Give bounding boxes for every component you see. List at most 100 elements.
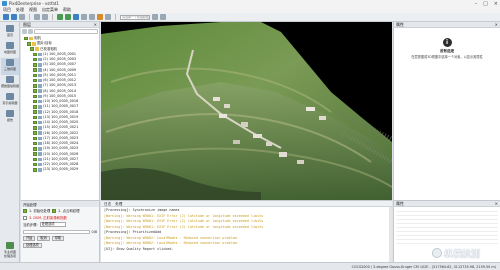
cancel-button[interactable]: 取消 — [37, 236, 50, 241]
image-icon — [38, 126, 43, 130]
layer-checkbox[interactable] — [33, 136, 37, 141]
template-combo[interactable]: 请选择一个处理模板 — [120, 14, 150, 20]
settings-icon[interactable] — [152, 14, 158, 20]
sidebar-item-home[interactable]: 首页 — [1, 24, 19, 41]
layer-checkbox[interactable] — [33, 68, 37, 72]
properties-header: 属性 × — [394, 22, 500, 28]
layer-checkbox[interactable] — [24, 36, 28, 41]
rotate-icon[interactable] — [81, 14, 87, 20]
undo-icon[interactable] — [34, 14, 40, 20]
coordinate-readout: CGCS2000 / 3-degree Gauss-Kruger CM 102E… — [351, 265, 496, 269]
layer-checkbox[interactable] — [33, 152, 37, 156]
layer-checkbox[interactable] — [33, 52, 37, 57]
image-icon — [38, 136, 43, 141]
minimize-icon[interactable]: – — [475, 1, 478, 7]
no-selection-description: 在层视图或3D视图中选择一个对象，以显示其属性 — [411, 55, 483, 59]
collapse-icon[interactable] — [28, 29, 33, 34]
layer-checkbox[interactable] — [33, 131, 37, 135]
sidebar-item-3d-view[interactable]: 三维视图 — [1, 58, 19, 75]
toolbar-separator — [29, 14, 30, 20]
progress-bar — [23, 229, 90, 234]
watermark-text: 纵横航测 — [444, 249, 481, 260]
view-icon[interactable] — [160, 14, 166, 20]
layer-checkbox[interactable] — [33, 110, 37, 114]
window-title: Pix4Denterprise - vstfat1 — [9, 1, 59, 6]
open-project-icon[interactable] — [11, 14, 17, 20]
layer-checkbox[interactable] — [33, 57, 37, 62]
layer-checkbox[interactable] — [33, 115, 37, 120]
navigate-icon[interactable] — [73, 14, 79, 20]
3d-viewport[interactable] — [101, 22, 392, 200]
new-project-icon[interactable] — [3, 14, 9, 20]
close-icon[interactable]: × — [94, 22, 97, 28]
image-icon — [38, 147, 43, 151]
sidebar-item-options[interactable]: 处理选项 — [1, 254, 19, 262]
image-icon — [38, 110, 43, 114]
close-icon[interactable]: × — [494, 1, 498, 7]
log-scrollbar[interactable] — [389, 207, 392, 262]
sidebar-item-index-editor[interactable]: 索引编辑器 — [1, 92, 19, 109]
tab-log[interactable]: 日志 — [104, 201, 111, 206]
layer-checkbox[interactable] — [27, 42, 31, 46]
layer-checkbox[interactable] — [33, 94, 37, 99]
image-icon — [38, 141, 43, 146]
layer-checkbox[interactable] — [30, 47, 34, 51]
sidebar-item-report[interactable]: 报告 — [1, 109, 19, 126]
start-button[interactable]: 开始 — [23, 236, 36, 241]
layer-checkbox[interactable] — [33, 141, 37, 146]
measure-icon[interactable] — [97, 14, 103, 20]
maximize-icon[interactable]: □ — [483, 1, 488, 7]
app-icon — [2, 1, 7, 6]
help-button[interactable]: 帮助 — [51, 236, 65, 241]
processing-buttons: 开始 取消 帮助 — [21, 235, 99, 242]
layer-checkbox[interactable] — [33, 63, 37, 67]
image-icon — [38, 168, 43, 172]
layers-filter-input[interactable] — [34, 29, 98, 34]
image-icon — [38, 152, 43, 156]
expand-icon[interactable] — [22, 29, 27, 34]
sidebar-item-map-view[interactable]: 地图视图 — [1, 41, 19, 58]
layer-checkbox[interactable] — [33, 120, 37, 125]
image-icon — [38, 115, 43, 120]
layer-checkbox[interactable] — [33, 84, 37, 88]
image-icon — [38, 99, 43, 104]
layer-checkbox[interactable] — [33, 157, 37, 162]
step1-label: 1. 初始化处理 — [29, 209, 51, 213]
zoom-icon[interactable] — [89, 14, 95, 20]
pro-view-icon — [6, 242, 14, 249]
close-icon[interactable]: × — [495, 22, 498, 28]
tab-processing[interactable]: 处理 — [115, 201, 122, 206]
current-step-select[interactable]: 处理选项 — [39, 222, 66, 227]
point-cloud-icon[interactable] — [57, 14, 63, 20]
step2-checkbox[interactable] — [52, 208, 57, 213]
layer-checkbox[interactable] — [33, 168, 37, 172]
left-sidebar: 首页 地图视图 三维视图 镶嵌图编辑器 索引编辑器 报告 专业视图 处理选项 — [0, 22, 20, 262]
log-panel: 日志 处理 [Processing]: Synchronize image na… — [101, 200, 392, 262]
processing-options-button[interactable]: 处理选项 — [23, 243, 42, 248]
current-step-row: 当前步骤: 处理选项 — [21, 221, 99, 228]
sidebar-item-mosaic-editor[interactable]: 镶嵌图编辑器 — [1, 75, 19, 92]
step1-checkbox[interactable] — [23, 208, 27, 213]
save-icon[interactable] — [19, 14, 25, 20]
layer-checkbox[interactable] — [33, 78, 37, 83]
layer-checkbox[interactable] — [33, 105, 37, 109]
log-line: [UI]: Show Quality Report clicked. — [104, 246, 174, 251]
step3-checkbox[interactable] — [23, 215, 27, 220]
image-icon — [38, 78, 43, 83]
toolbar-separator — [52, 14, 53, 20]
layer-checkbox[interactable] — [33, 99, 37, 104]
layer-checkbox[interactable] — [33, 73, 37, 78]
clip-icon[interactable] — [105, 14, 111, 20]
layer-checkbox[interactable] — [33, 147, 37, 151]
image-icon — [38, 73, 43, 78]
layer-checkbox[interactable] — [33, 126, 37, 130]
image-icon — [38, 57, 43, 62]
layer-checkbox[interactable] — [33, 89, 37, 93]
mesh-icon[interactable] — [65, 14, 71, 20]
layer-tree-row[interactable]: (23) 100_0005_0029 — [21, 167, 99, 172]
close-icon[interactable]: × — [495, 201, 498, 207]
processing-panel: 开始处理 1. 初始化处理 2. 点云和纹理 3. DSM, 正射影像和指数 当… — [21, 200, 100, 262]
layer-checkbox[interactable] — [33, 162, 37, 167]
map-icon — [6, 42, 14, 49]
redo-icon[interactable] — [42, 14, 48, 20]
